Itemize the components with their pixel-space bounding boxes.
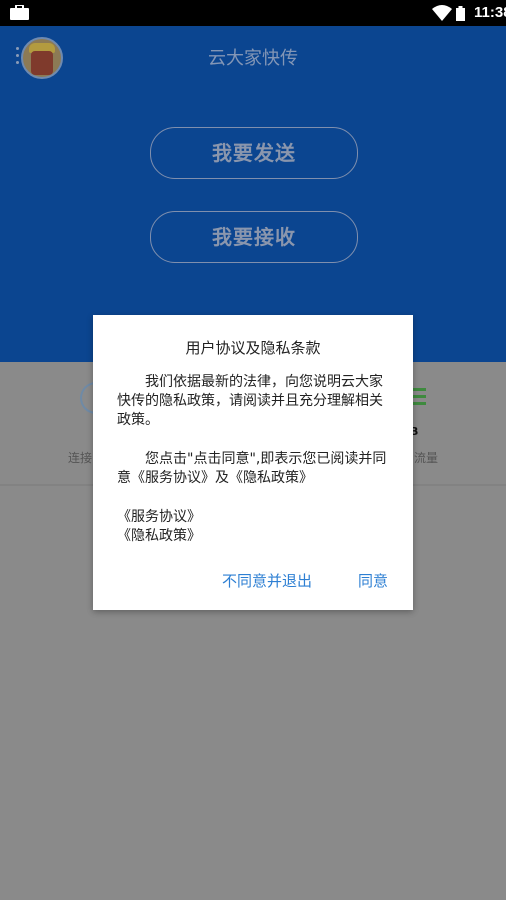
service-agreement-link[interactable]: 《服务协议》 <box>117 508 389 527</box>
send-button[interactable]: 我要发送 <box>150 127 358 179</box>
receive-button[interactable]: 我要接收 <box>150 211 358 263</box>
disagree-exit-button[interactable]: 不同意并退出 <box>222 570 312 591</box>
wifi-icon <box>432 5 452 21</box>
dialog-title: 用户协议及隐私条款 <box>185 339 321 357</box>
privacy-dialog: 用户协议及隐私条款 我们依据最新的法律，向您说明云大家快传的隐私政策，请阅读并且… <box>93 315 413 610</box>
page-title: 云大家快传 <box>208 48 298 69</box>
dialog-paragraph-1: 我们依据最新的法律，向您说明云大家快传的隐私政策，请阅读并且充分理解相关政策。 <box>117 374 383 428</box>
connection-label: 连接 <box>68 451 93 465</box>
battery-icon <box>456 6 465 21</box>
privacy-policy-link[interactable]: 《隐私政策》 <box>117 527 389 546</box>
agree-button[interactable]: 同意 <box>358 570 388 591</box>
status-time: 11:38 <box>474 4 506 21</box>
dialog-body: 我们依据最新的法律，向您说明云大家快传的隐私政策，请阅读并且充分理解相关政策。 … <box>117 373 389 546</box>
dialog-paragraph-2: 您点击"点击同意",即表示您已阅读并同意《服务协议》及《隐私政策》 <box>117 451 387 486</box>
status-bar: 11:38 <box>0 0 506 26</box>
traffic-label: 流量 <box>414 451 439 465</box>
app-header <box>0 26 506 362</box>
briefcase-icon <box>10 5 29 20</box>
